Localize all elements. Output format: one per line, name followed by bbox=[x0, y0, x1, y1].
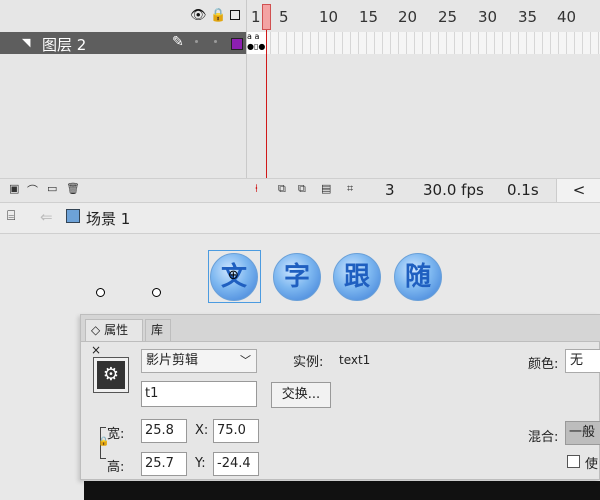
instance-name-input[interactable]: t1 bbox=[141, 381, 257, 407]
panel-tabs: ◇ 属性 × 库 bbox=[81, 315, 600, 357]
ruler-number: 30 bbox=[478, 8, 498, 26]
lock-icon[interactable]: 🔒 bbox=[210, 8, 226, 24]
transform-handle[interactable] bbox=[96, 288, 105, 297]
elapsed-time: 0.1s bbox=[507, 181, 539, 199]
layer-name[interactable]: 图层 2 bbox=[42, 34, 86, 55]
symbol-type-value: 影片剪辑 bbox=[146, 353, 199, 368]
timeline-toggle-icon[interactable]: ⌸ bbox=[7, 208, 15, 224]
y-label: Y: bbox=[195, 456, 206, 471]
tab-library[interactable]: 库 bbox=[145, 319, 171, 341]
ruler-number: 35 bbox=[518, 8, 538, 26]
symbol-type-select[interactable]: 影片剪辑 ﹀ bbox=[141, 349, 257, 373]
ruler-number: 5 bbox=[279, 8, 289, 26]
properties-panel: ◇ 属性 × 库 ⚙ 影片剪辑 ﹀ 实例: text1 颜色: 无 t1 交换.… bbox=[80, 314, 600, 480]
ruler-number: 15 bbox=[359, 8, 379, 26]
registration-point-icon: ⊕ bbox=[228, 268, 239, 283]
frame-rate[interactable]: 30.0 fps bbox=[423, 181, 484, 199]
ruler-number: 10 bbox=[319, 8, 339, 26]
layer-type-icon: ◥ bbox=[22, 36, 31, 49]
frames-empty bbox=[247, 54, 600, 178]
timeline-footer: ▣ ⌒ ▭ 🗑 ⍿ ⧉ ⧉ ▤ ⌗ 3 30.0 fps 0.1s < bbox=[0, 178, 600, 203]
height-input[interactable]: 25.7 bbox=[141, 452, 187, 476]
playhead[interactable] bbox=[262, 4, 271, 30]
close-icon[interactable]: × bbox=[91, 343, 101, 357]
chevron-down-icon: ﹀ bbox=[240, 354, 251, 367]
scene-breadcrumb[interactable]: 场景 1 bbox=[86, 208, 130, 229]
onion-outline-icon[interactable]: ⧉ bbox=[298, 182, 306, 196]
width-label: 宽: bbox=[107, 427, 125, 442]
transform-handle[interactable] bbox=[152, 288, 161, 297]
scroll-left-arrow-icon[interactable]: < bbox=[556, 179, 600, 203]
ruler-number: 25 bbox=[438, 8, 458, 26]
onion-markers-icon[interactable]: ⌗ bbox=[347, 182, 353, 196]
center-frame-icon[interactable]: ⍿ bbox=[255, 182, 258, 196]
movie-clip-symbol-icon: ⚙ bbox=[93, 357, 129, 393]
layer-color-swatch[interactable] bbox=[231, 38, 243, 50]
stage-dark-strip bbox=[84, 481, 600, 500]
ruler-number: 40 bbox=[557, 8, 577, 26]
visibility-dot[interactable] bbox=[195, 40, 198, 43]
playhead-line bbox=[266, 30, 267, 178]
y-input[interactable]: -24.4 bbox=[213, 452, 259, 476]
stage-button-sui[interactable]: 随 bbox=[394, 253, 442, 301]
tab-indicator-icon: ◇ bbox=[91, 323, 101, 337]
timeline-panel: 👁 🔒 1 5 10 15 20 25 30 35 40 ◥ 图层 2 ✎ a … bbox=[0, 0, 600, 203]
ruler-number: 1 bbox=[251, 8, 261, 26]
frame-ruler[interactable]: 1 5 10 15 20 25 30 35 40 bbox=[247, 0, 600, 32]
edit-multiple-frames-icon[interactable]: ▤ bbox=[321, 182, 331, 195]
use-label: 使 bbox=[585, 457, 599, 472]
instance-label: 实例: bbox=[293, 355, 324, 370]
x-label: X: bbox=[195, 423, 209, 438]
lock-dot[interactable] bbox=[214, 40, 217, 43]
blend-label: 混合: bbox=[528, 430, 559, 445]
swap-button[interactable]: 交换... bbox=[271, 382, 331, 408]
x-input[interactable]: 75.0 bbox=[213, 419, 259, 443]
instance-value: text1 bbox=[339, 353, 371, 367]
height-label: 高: bbox=[107, 460, 125, 475]
timeline-divider[interactable] bbox=[246, 0, 247, 202]
tab-properties-label: 属性 bbox=[104, 323, 129, 337]
eye-icon[interactable]: 👁 bbox=[190, 8, 207, 24]
use-checkbox[interactable] bbox=[567, 455, 580, 468]
gear-icon: ⚙ bbox=[97, 361, 125, 389]
new-folder-icon[interactable]: ▭ bbox=[47, 182, 57, 195]
tab-properties[interactable]: ◇ 属性 × bbox=[85, 319, 143, 357]
edit-bar: ⌸ ⇐ 场景 1 bbox=[0, 202, 600, 234]
stage-button-zi[interactable]: 字 bbox=[273, 253, 321, 301]
color-effect-select[interactable]: 无 bbox=[565, 349, 600, 373]
current-frame: 3 bbox=[385, 181, 395, 199]
new-layer-icon[interactable]: ▣ bbox=[9, 182, 19, 195]
keyframe-cell[interactable]: a a ●▯● bbox=[247, 32, 267, 54]
layer-row[interactable]: ◥ 图层 2 ✎ bbox=[0, 32, 246, 54]
color-label: 颜色: bbox=[528, 357, 559, 372]
frames-row[interactable] bbox=[247, 32, 600, 54]
ruler-number: 20 bbox=[398, 8, 418, 26]
outline-icon[interactable] bbox=[230, 10, 240, 20]
scene-icon bbox=[66, 209, 80, 223]
width-input[interactable]: 25.8 bbox=[141, 419, 187, 443]
pencil-icon: ✎ bbox=[172, 34, 184, 50]
trash-icon[interactable]: 🗑 bbox=[66, 182, 80, 195]
layer-list-empty bbox=[0, 54, 246, 178]
back-arrow-icon[interactable]: ⇐ bbox=[40, 208, 53, 226]
motion-guide-icon[interactable]: ⌒ bbox=[27, 182, 38, 198]
onion-skin-icon[interactable]: ⧉ bbox=[278, 182, 286, 196]
stage-button-gen[interactable]: 跟 bbox=[333, 253, 381, 301]
blend-mode-select[interactable]: 一般 bbox=[565, 421, 600, 445]
